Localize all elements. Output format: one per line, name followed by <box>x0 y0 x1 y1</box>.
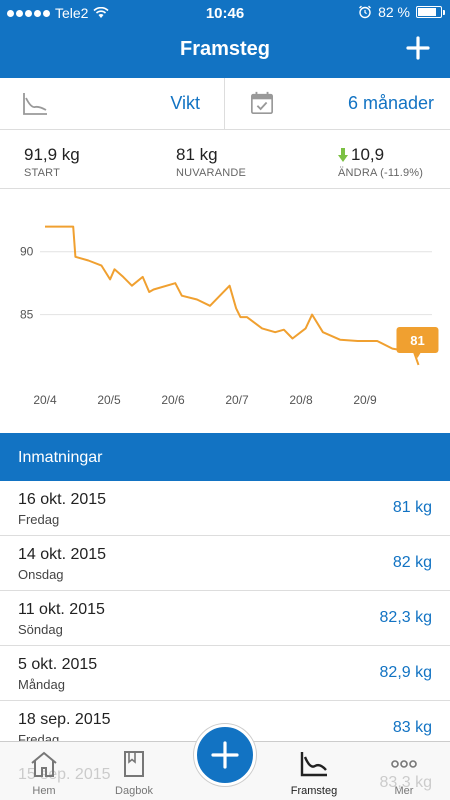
tab-bar: 15 sep. 2015 83,3 kg Hem Dagbok Framsteg <box>0 724 450 800</box>
home-icon <box>31 751 57 777</box>
tab-framsteg[interactable]: Framsteg <box>274 742 354 800</box>
last-value-label: 81 <box>410 333 424 348</box>
current-value: 81 kg <box>176 145 218 164</box>
x-tick-label: 20/6 <box>161 393 185 407</box>
entry-day: Söndag <box>18 622 63 637</box>
entry-day: Måndag <box>18 677 65 692</box>
battery-percent: 82 % <box>378 4 410 20</box>
weight-chart-svg: 90 85 20/4 20/5 20/6 20/7 20/8 20/9 81 <box>20 225 439 407</box>
entry-day: Onsdag <box>18 567 64 582</box>
tab-framsteg-label: Framsteg <box>290 785 338 797</box>
stat-start: 91,9 kg START <box>24 145 80 179</box>
entry-row[interactable]: 5 okt. 2015 Måndag 82,9 kg <box>0 646 450 701</box>
start-label: START <box>24 167 61 179</box>
start-value: 91,9 kg <box>24 145 80 164</box>
tab-mer[interactable]: Mer <box>364 742 444 800</box>
period-label: 6 månader <box>347 93 434 113</box>
entry-weight: 81 kg <box>392 499 432 516</box>
calendar-icon <box>251 91 273 114</box>
entry-weight: 82 kg <box>392 554 432 571</box>
tab-mer-label: Mer <box>394 785 414 797</box>
stats-summary: 91,9 kg START 81 kg NUVARANDE 10,9 ÄNDRA… <box>0 131 450 189</box>
entry-weight: 83 kg <box>392 719 432 736</box>
entry-date: 11 okt. 2015 <box>18 601 105 618</box>
entry-date: 14 okt. 2015 <box>18 546 107 563</box>
stat-current: 81 kg NUVARANDE <box>176 145 246 179</box>
stat-change: 10,9 ÄNDRA (-11.9%) <box>338 145 423 179</box>
chart-line-icon <box>23 93 47 115</box>
entry-row[interactable]: 11 okt. 2015 Söndag 82,3 kg <box>0 591 450 646</box>
status-bar: Tele2 10:46 82 % <box>0 0 450 26</box>
x-tick-label: 20/9 <box>353 393 377 407</box>
x-tick-label: 20/4 <box>33 393 57 407</box>
entry-date: 5 okt. 2015 <box>18 656 98 673</box>
entry-date: 16 okt. 2015 <box>18 491 107 508</box>
period-selector[interactable]: 6 månader <box>225 78 450 130</box>
entry-row[interactable]: 14 okt. 2015 Onsdag 82 kg <box>0 536 450 591</box>
more-icon <box>391 760 417 768</box>
entry-weight: 82,3 kg <box>379 609 432 626</box>
entry-weight: 82,9 kg <box>379 664 432 681</box>
entries-section-header: Inmatningar <box>0 433 450 481</box>
entry-date: 18 sep. 2015 <box>18 711 111 728</box>
x-tick-label: 20/5 <box>97 393 121 407</box>
entries-list: 16 okt. 2015 Fredag 81 kg 14 okt. 2015 Onsda… <box>0 481 450 741</box>
tab-dagbok[interactable]: Dagbok <box>94 742 174 800</box>
tab-hem[interactable]: Hem <box>4 742 84 800</box>
plus-icon <box>211 741 239 769</box>
weight-series-line <box>45 225 420 366</box>
change-value: 10,9 <box>351 145 385 164</box>
app-header: Tele2 10:46 82 % Framsteg <box>0 0 450 78</box>
battery-icon <box>416 6 445 18</box>
current-label: NUVARANDE <box>176 167 247 179</box>
entry-day: Fredag <box>18 732 60 741</box>
metric-label: Vikt <box>170 93 200 113</box>
alarm-icon <box>359 5 372 19</box>
weight-chart: 90 85 20/4 20/5 20/6 20/7 20/8 20/9 81 <box>0 190 450 425</box>
entry-row[interactable]: 16 okt. 2015 Fredag 81 kg <box>0 481 450 536</box>
tab-dagbok-label: Dagbok <box>115 785 153 797</box>
add-button[interactable] <box>194 724 256 786</box>
change-label: ÄNDRA (-11.9%) <box>338 167 424 179</box>
add-entry-button[interactable] <box>406 36 430 60</box>
x-tick-label: 20/8 <box>289 393 313 407</box>
entry-day: Fredag <box>18 512 60 527</box>
filter-row: Vikt 6 månader <box>0 78 450 130</box>
y-tick-label: 90 <box>20 245 34 259</box>
tab-hem-label: Hem <box>32 785 56 797</box>
metric-selector[interactable]: Vikt <box>0 78 225 130</box>
progress-chart-icon <box>300 752 327 777</box>
y-tick-label: 85 <box>20 308 34 322</box>
page-title: Framsteg <box>179 38 271 60</box>
book-icon <box>124 751 144 777</box>
arrow-down-icon <box>338 148 348 162</box>
x-tick-label: 20/7 <box>225 393 249 407</box>
